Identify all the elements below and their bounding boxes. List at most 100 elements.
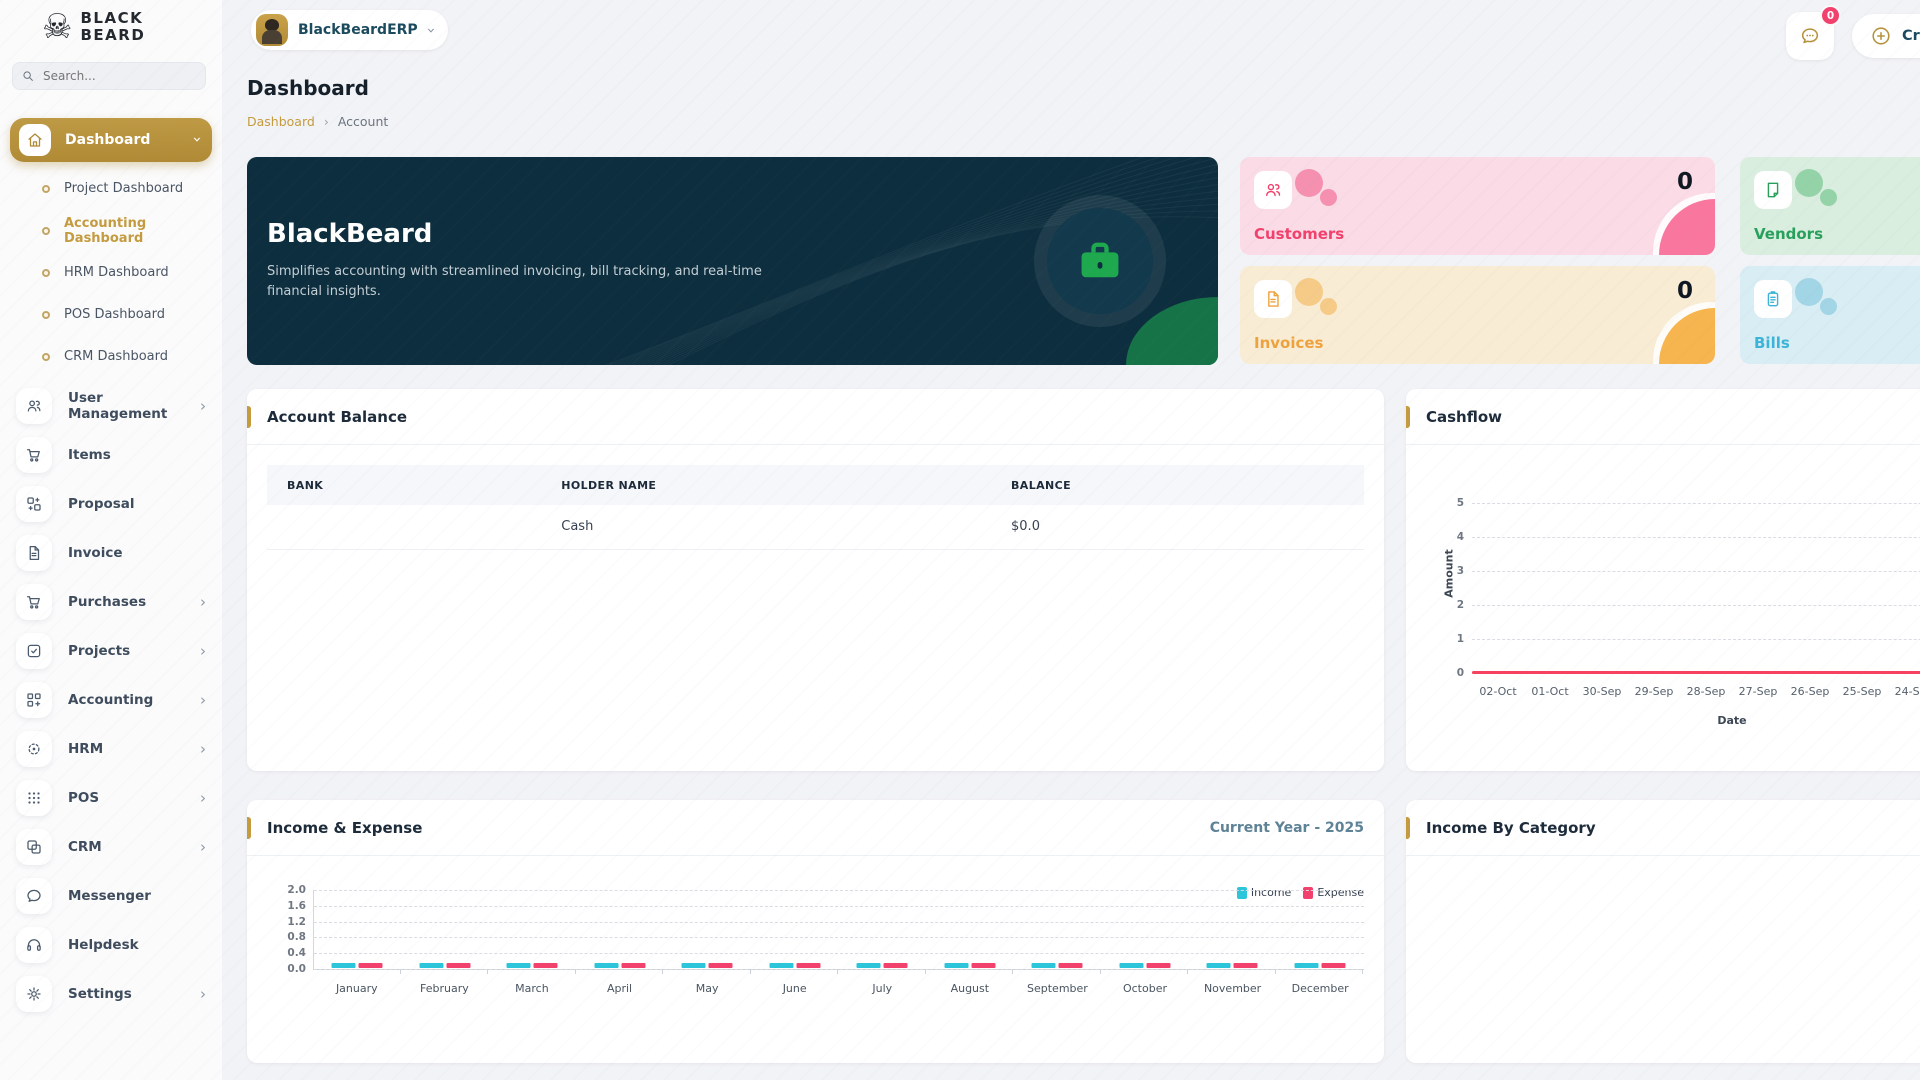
stat-value: 0 xyxy=(1677,278,1693,304)
sidebar-item-proposal[interactable]: Proposal xyxy=(0,480,222,529)
brand-name-line2: BEARD xyxy=(80,27,145,44)
month-label: April xyxy=(576,982,664,995)
stat-label: Vendors xyxy=(1754,225,1823,243)
gridline: 1 xyxy=(1472,639,1920,640)
bars xyxy=(507,963,558,968)
expense-bar xyxy=(446,963,470,968)
chat-bubble-icon xyxy=(1799,25,1821,47)
sidebar-subitem-crm-dashboard[interactable]: CRM Dashboard xyxy=(0,336,222,378)
stat-card-customers[interactable]: 0 Customers xyxy=(1240,157,1715,255)
search-input[interactable] xyxy=(12,62,206,90)
bullet-icon xyxy=(42,311,50,319)
decor-quarter xyxy=(1659,308,1715,364)
sidebar-item-label: CRM xyxy=(68,839,184,855)
cell-holder-name: Cash xyxy=(541,505,991,549)
bars xyxy=(1119,963,1170,968)
sidebar-item-label: Messenger xyxy=(68,888,206,904)
users-icon xyxy=(1254,171,1292,209)
gridline: 2.0 xyxy=(314,890,1364,891)
panel-title: Income By Category xyxy=(1426,819,1596,837)
y-axis-tick: 1.2 xyxy=(276,916,306,928)
stat-card-vendors[interactable]: Vendors xyxy=(1740,157,1920,255)
income-bar xyxy=(332,963,356,968)
stat-card-invoices[interactable]: 0 Invoices xyxy=(1240,266,1715,364)
y-axis-tick: 4 xyxy=(1438,531,1464,543)
income-bar xyxy=(1207,963,1231,968)
sidebar-item-messenger[interactable]: Messenger xyxy=(0,872,222,921)
page-title: Dashboard xyxy=(247,76,369,100)
chevron-right-icon xyxy=(200,987,206,1002)
cashflow-chart: Amount54321002-Oct01-Oct30-Sep29-Sep28-S… xyxy=(1472,503,1920,727)
expense-bar xyxy=(359,963,383,968)
bars xyxy=(682,963,733,968)
sidebar-item-settings[interactable]: Settings xyxy=(0,970,222,1019)
sidebar-item-invoice[interactable]: Invoice xyxy=(0,529,222,578)
target-icon xyxy=(16,731,52,767)
breadcrumb-separator xyxy=(324,114,329,129)
sidebar-item-items[interactable]: Items xyxy=(0,431,222,480)
expense-bar xyxy=(621,963,645,968)
y-axis-tick: 0.0 xyxy=(276,963,306,975)
decor-circle xyxy=(1320,298,1337,315)
sidebar-subitem-project-dashboard[interactable]: Project Dashboard xyxy=(0,168,222,210)
notifications-button[interactable]: 0 xyxy=(1786,12,1834,60)
y-axis-tick: 0.4 xyxy=(276,947,306,959)
col-balance: BALANCE xyxy=(991,465,1364,505)
sidebar-item-dashboard[interactable]: Dashboard xyxy=(10,118,212,162)
hero-badge-ring xyxy=(1034,195,1166,327)
panel-title: Account Balance xyxy=(267,408,407,426)
dashboard-submenu: Project Dashboard Accounting Dashboard H… xyxy=(0,168,222,378)
x-axis-tick: 29-Sep xyxy=(1628,685,1680,698)
sidebar-menu: User Management Items Proposal Invoice P… xyxy=(0,382,222,1019)
file-icon xyxy=(16,535,52,571)
document-icon xyxy=(1754,171,1792,209)
income-bar xyxy=(419,963,443,968)
decor-quarter xyxy=(1659,199,1715,255)
decor-circle xyxy=(1820,298,1837,315)
panel-title: Cashflow xyxy=(1426,408,1502,426)
workspace-switcher[interactable]: BlackBeardERP xyxy=(251,10,448,50)
stat-card-bills[interactable]: Bills xyxy=(1740,266,1920,364)
month-label: June xyxy=(751,982,839,995)
proposal-grid-icon xyxy=(16,486,52,522)
sidebar-item-projects[interactable]: Projects xyxy=(0,627,222,676)
sidebar-item-helpdesk[interactable]: Helpdesk xyxy=(0,921,222,970)
sidebar-item-label: Settings xyxy=(68,986,184,1002)
month-label: October xyxy=(1101,982,1189,995)
bullet-icon xyxy=(42,269,50,277)
col-holder-name: HOLDER NAME xyxy=(541,465,991,505)
account-balance-table: BANK HOLDER NAME BALANCE Cash $0.0 xyxy=(267,465,1364,550)
sidebar-subitem-pos-dashboard[interactable]: POS Dashboard xyxy=(0,294,222,336)
sidebar-item-label: Dashboard xyxy=(65,132,180,148)
hero-banner: BlackBeard Simplifies accounting with st… xyxy=(247,157,1218,365)
sidebar-item-pos[interactable]: POS xyxy=(0,774,222,823)
sidebar-item-accounting[interactable]: Accounting xyxy=(0,676,222,725)
breadcrumb-dashboard[interactable]: Dashboard xyxy=(247,114,315,129)
bars xyxy=(1294,963,1345,968)
income-bar xyxy=(682,963,706,968)
sidebar-item-hrm[interactable]: HRM xyxy=(0,725,222,774)
chevron-right-icon xyxy=(200,791,206,806)
sidebar-item-crm[interactable]: CRM xyxy=(0,823,222,872)
sidebar-item-label: Invoice xyxy=(68,545,206,561)
sidebar-item-purchases[interactable]: Purchases xyxy=(0,578,222,627)
sidebar-item-user-management[interactable]: User Management xyxy=(0,382,222,431)
sidebar-nav: Dashboard Project Dashboard Accounting D… xyxy=(0,118,222,1019)
create-workspace-button[interactable]: Create Wo xyxy=(1852,14,1920,58)
expense-bar xyxy=(1321,963,1345,968)
col-bank: BANK xyxy=(267,465,541,505)
sidebar-subitem-accounting-dashboard[interactable]: Accounting Dashboard xyxy=(0,210,222,252)
gridline: 2 xyxy=(1472,605,1920,606)
expense-bar xyxy=(796,963,820,968)
chevron-right-icon xyxy=(200,693,206,708)
gridline: 4 xyxy=(1472,537,1920,538)
income-bar xyxy=(1119,963,1143,968)
income-bar xyxy=(769,963,793,968)
income-bar xyxy=(944,963,968,968)
brand-logo: ☠ BLACK BEARD xyxy=(0,0,222,45)
month-label: March xyxy=(488,982,576,995)
subitem-label: POS Dashboard xyxy=(64,307,165,322)
plot-area: 543210 xyxy=(1472,503,1920,673)
cashflow-line xyxy=(1472,671,1920,674)
sidebar-subitem-hrm-dashboard[interactable]: HRM Dashboard xyxy=(0,252,222,294)
